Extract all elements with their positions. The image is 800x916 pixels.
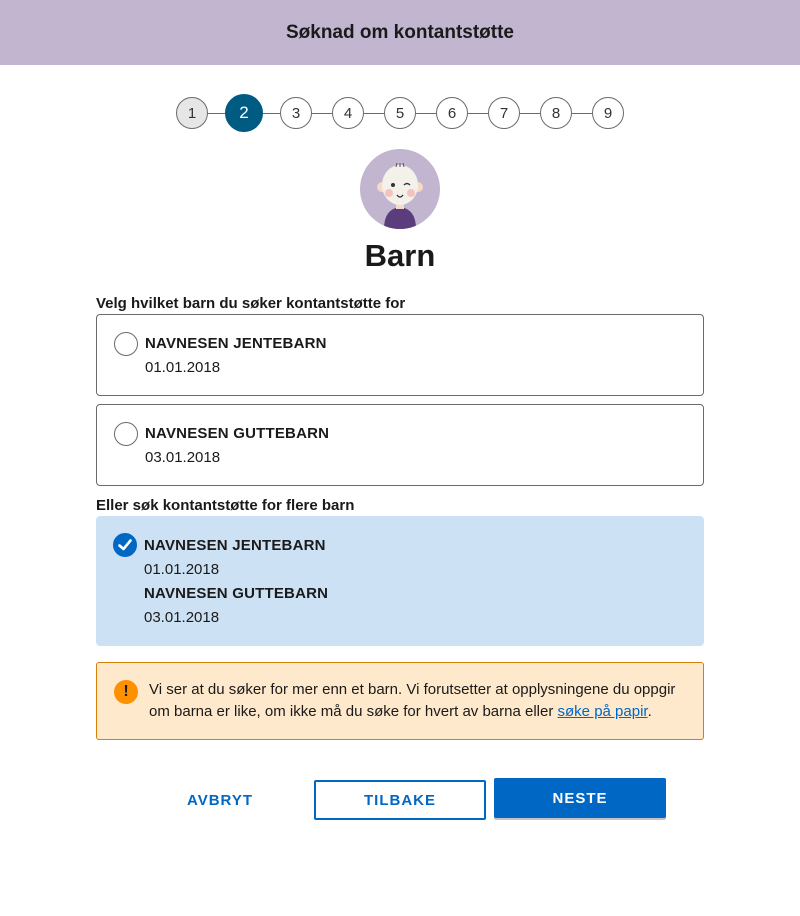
step-8: 8 [540, 97, 572, 129]
child-option-jentebarn[interactable]: NAVNESEN JENTEBARN 01.01.2018 [96, 314, 704, 396]
alert-message: Vi ser at du søker for mer enn et barn. … [149, 679, 689, 723]
child-name: NAVNESEN GUTTEBARN [145, 425, 330, 442]
app-title: Søknad om kontantstøtte [285, 21, 514, 43]
multi-child-option[interactable]: NAVNESEN JENTEBARN 01.01.2018 NAVNESEN G… [96, 516, 704, 646]
checkmark-icon[interactable] [113, 533, 137, 557]
child-name: NAVNESEN JENTEBARN [144, 537, 326, 554]
baby-avatar-icon [360, 149, 440, 229]
step-6: 6 [436, 97, 468, 129]
multi-child-label: Eller søk kontantstøtte for flere barn [96, 497, 355, 514]
back-button[interactable]: TILBAKE [314, 780, 486, 820]
step-1[interactable]: 1 [176, 97, 208, 129]
child-birthdate: 01.01.2018 [145, 359, 221, 376]
child-name: NAVNESEN JENTEBARN [145, 335, 327, 352]
single-child-label: Velg hvilket barn du søker kontantstøtte… [96, 295, 406, 312]
exclamation-icon: ! [114, 680, 138, 704]
child-birthdate: 01.01.2018 [144, 561, 220, 578]
page-title: Barn [364, 238, 436, 273]
step-2[interactable]: 2 [225, 94, 263, 132]
child-name: NAVNESEN GUTTEBARN [144, 585, 329, 602]
step-7: 7 [488, 97, 520, 129]
child-birthdate: 03.01.2018 [144, 609, 220, 626]
progress-stepper: 1 2 3 4 5 6 7 8 9 [0, 94, 800, 132]
step-5: 5 [384, 97, 416, 129]
paper-application-link[interactable]: søke på papir [558, 703, 648, 720]
step-3: 3 [280, 97, 312, 129]
child-birthdate: 03.01.2018 [145, 449, 221, 466]
step-4: 4 [332, 97, 364, 129]
radio-circle-icon[interactable] [114, 422, 138, 446]
step-9: 9 [592, 97, 624, 129]
radio-circle-icon[interactable] [114, 332, 138, 356]
next-button[interactable]: NESTE [494, 778, 666, 818]
warning-alert: ! Vi ser at du søker for mer enn et barn… [96, 662, 704, 740]
app-header: Søknad om kontantstøtte [0, 0, 800, 65]
alert-text-end: . [647, 703, 652, 720]
child-option-guttebarn[interactable]: NAVNESEN GUTTEBARN 03.01.2018 [96, 404, 704, 486]
cancel-button[interactable]: AVBRYT [134, 780, 306, 820]
